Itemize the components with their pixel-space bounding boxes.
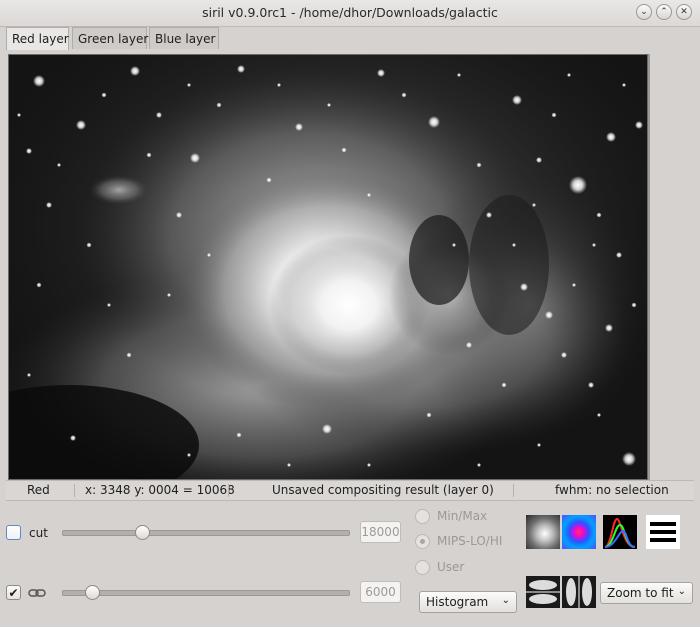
minimize-icon[interactable]: ⌄ <box>636 4 652 20</box>
radio-user-label: User <box>437 560 465 574</box>
cut-checkbox[interactable] <box>6 525 21 540</box>
status-fwhm: fwhm: no selection <box>555 483 669 497</box>
low-slider-track[interactable] <box>62 590 350 596</box>
chain-link-icon <box>28 589 46 597</box>
zoom-combo[interactable]: Zoom to fit ⌄ <box>600 582 693 604</box>
cut-label: cut <box>29 526 48 540</box>
low-slider-handle[interactable] <box>85 585 100 600</box>
scale-combo[interactable]: Histogram ⌄ <box>419 591 517 613</box>
high-slider-track[interactable] <box>62 530 350 536</box>
status-bar: Red x: 3348 y: 0004 = 10068 Unsaved comp… <box>6 480 694 501</box>
grayscale-image-icon[interactable] <box>526 515 560 549</box>
radio-minmax-label: Min/Max <box>437 509 488 523</box>
radio-mips-label: MIPS-LO/HI <box>437 534 503 548</box>
image-scroll-edge <box>648 54 650 480</box>
mirror-horizontal-icon[interactable] <box>526 576 560 608</box>
tab-blue-layer[interactable]: Blue layer <box>149 27 219 49</box>
hamburger-menu-icon[interactable] <box>646 515 680 549</box>
link-checkbox[interactable]: ✔ <box>6 585 21 600</box>
high-value-field[interactable]: 18000 <box>360 521 401 543</box>
mirror-vertical-icon[interactable] <box>562 576 596 608</box>
chevron-down-icon: ⌄ <box>501 595 510 606</box>
rgb-histogram-icon[interactable] <box>603 515 637 549</box>
maximize-icon[interactable]: ⌃ <box>656 4 672 20</box>
tab-red-layer[interactable]: Red layer <box>6 27 69 50</box>
close-icon[interactable]: ✕ <box>676 4 692 20</box>
chevron-down-icon: ⌄ <box>677 586 686 597</box>
radio-minmax[interactable] <box>415 509 430 524</box>
nebula-image <box>9 55 647 479</box>
window-title: siril v0.9.0rc1 - /home/dhor/Downloads/g… <box>202 5 498 20</box>
status-coordinates: x: 3348 y: 0004 = 10068 <box>85 483 235 497</box>
radio-user[interactable] <box>415 560 430 575</box>
tab-green-layer[interactable]: Green layer <box>72 27 148 49</box>
scale-combo-value: Histogram <box>426 595 489 609</box>
high-slider-handle[interactable] <box>135 525 150 540</box>
image-canvas[interactable] <box>8 54 648 480</box>
zoom-combo-value: Zoom to fit <box>607 586 674 600</box>
low-value-field[interactable]: 6000 <box>360 581 401 603</box>
pseudocolor-image-icon[interactable] <box>562 515 596 549</box>
radio-mips[interactable] <box>415 534 430 549</box>
title-bar: siril v0.9.0rc1 - /home/dhor/Downloads/g… <box>0 0 700 27</box>
status-message: Unsaved compositing result (layer 0) <box>272 483 494 497</box>
status-layer: Red <box>27 483 50 497</box>
